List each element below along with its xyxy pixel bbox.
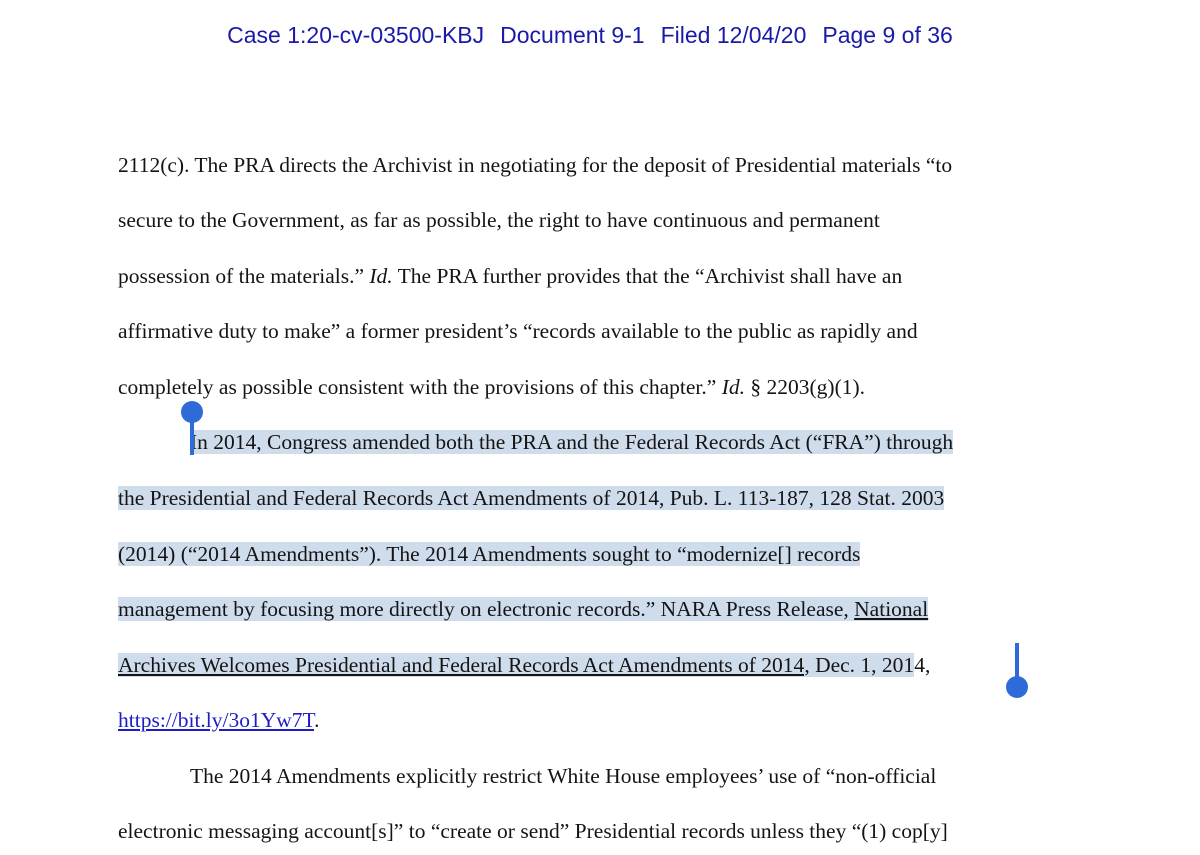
text-line: affirmative duty to make” a former presi… [118, 319, 918, 343]
ecf-header: Case 1:20-cv-03500-KBJ Document 9-1 Filed … [0, 22, 1180, 49]
text-line: secure to the Government, as far as poss… [118, 208, 880, 232]
source-link[interactable]: https://bit.ly/3o1Yw7T [118, 708, 314, 732]
text-line: completely as possible consistent with t… [118, 372, 865, 402]
selection-end-caret[interactable] [1015, 643, 1019, 680]
text-line: electronic messaging account[s]” to “cre… [118, 819, 948, 843]
selected-text-line[interactable]: Archives Welcomes Presidential and Feder… [118, 650, 930, 680]
text-line: 2112(c). The PRA directs the Archivist i… [118, 153, 953, 177]
press-release-title[interactable]: National [854, 597, 929, 621]
text-line: possession of the materials.” Id. The PR… [118, 261, 902, 291]
selected-text[interactable]: In 2014, Congress amended both the PRA a… [190, 430, 954, 454]
citation-id: Id. [721, 375, 745, 399]
text: 4, [914, 653, 931, 677]
text: possession of the materials.” [118, 264, 370, 288]
selected-text[interactable]: the Presidential and Federal Records Act… [118, 486, 945, 510]
document-number: Document 9-1 [500, 22, 645, 48]
text-line: The 2014 Amendments explicitly restrict … [190, 764, 937, 788]
text: The PRA further provides that the “Archi… [392, 264, 903, 288]
press-release-title[interactable]: Archives Welcomes Presidential and Feder… [118, 653, 805, 677]
selected-text[interactable]: , Dec. 1, 201 [804, 653, 915, 677]
selected-text-line[interactable]: (2014) (“2014 Amendments”). The 2014 Ame… [118, 539, 861, 569]
text: completely as possible consistent with t… [118, 375, 722, 399]
text-line: https://bit.ly/3o1Yw7T. [118, 705, 319, 735]
text: § 2203(g)(1). [745, 375, 866, 399]
page-number: Page 9 of 36 [822, 22, 953, 48]
text: . [314, 708, 320, 732]
selected-text[interactable]: management by focusing more directly on … [118, 597, 855, 621]
selected-text-line[interactable]: management by focusing more directly on … [118, 594, 929, 624]
selected-text-line[interactable]: the Presidential and Federal Records Act… [118, 483, 945, 513]
citation-id: Id. [369, 264, 393, 288]
selection-end-handle[interactable] [1006, 676, 1028, 698]
selected-text-line[interactable]: In 2014, Congress amended both the PRA a… [190, 427, 954, 457]
filed-date: Filed 12/04/20 [660, 22, 807, 48]
selection-start-caret[interactable] [190, 414, 194, 455]
case-number: Case 1:20-cv-03500-KBJ [227, 22, 485, 48]
selected-text[interactable]: (2014) (“2014 Amendments”). The 2014 Ame… [118, 542, 861, 566]
